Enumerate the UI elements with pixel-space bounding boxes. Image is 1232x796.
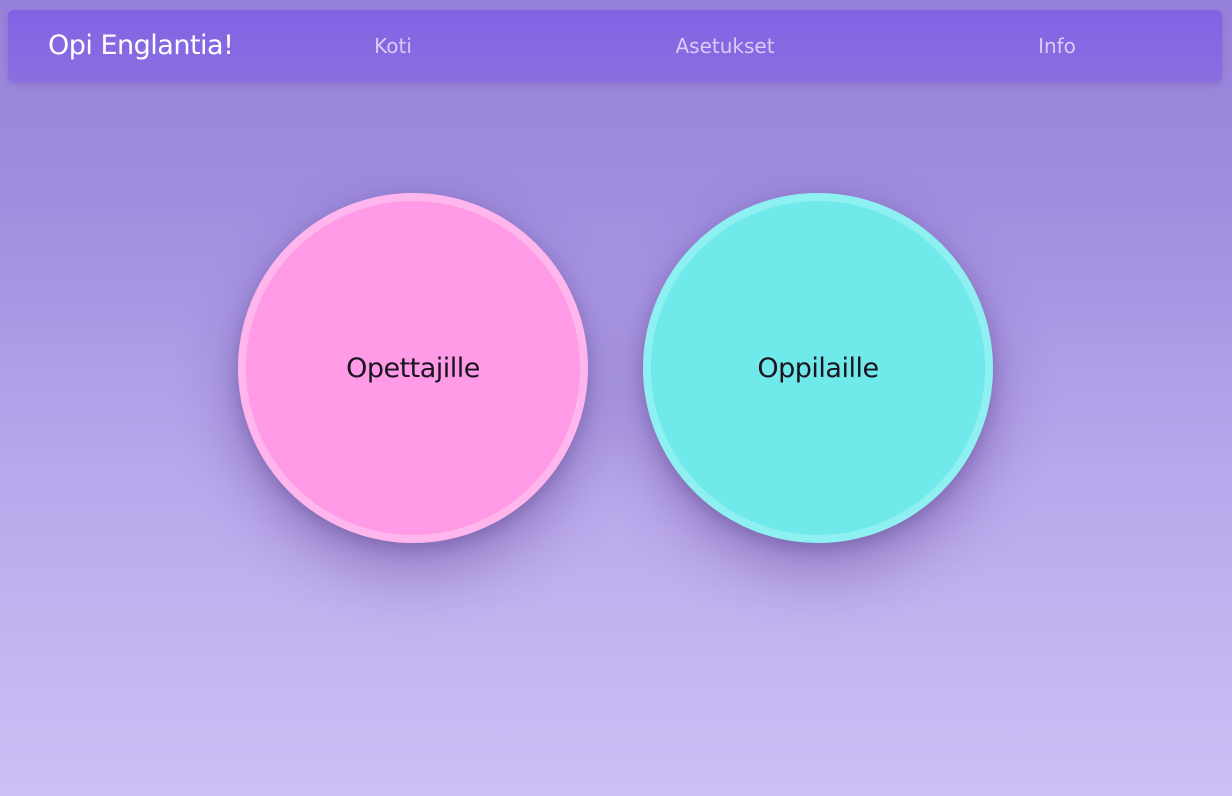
teachers-button[interactable]: Opettajille — [238, 193, 588, 543]
nav-link-asetukset[interactable]: Asetukset — [675, 10, 774, 82]
brand-title[interactable]: Opi Englantia! — [48, 10, 234, 82]
top-navbar: Opi Englantia! Koti Asetukset Info — [8, 10, 1222, 82]
students-button-label: Oppilaille — [757, 352, 879, 384]
students-button[interactable]: Oppilaille — [643, 193, 993, 543]
teachers-button-label: Opettajille — [346, 352, 480, 384]
nav-link-koti[interactable]: Koti — [374, 10, 412, 82]
nav-link-info[interactable]: Info — [1038, 10, 1076, 82]
